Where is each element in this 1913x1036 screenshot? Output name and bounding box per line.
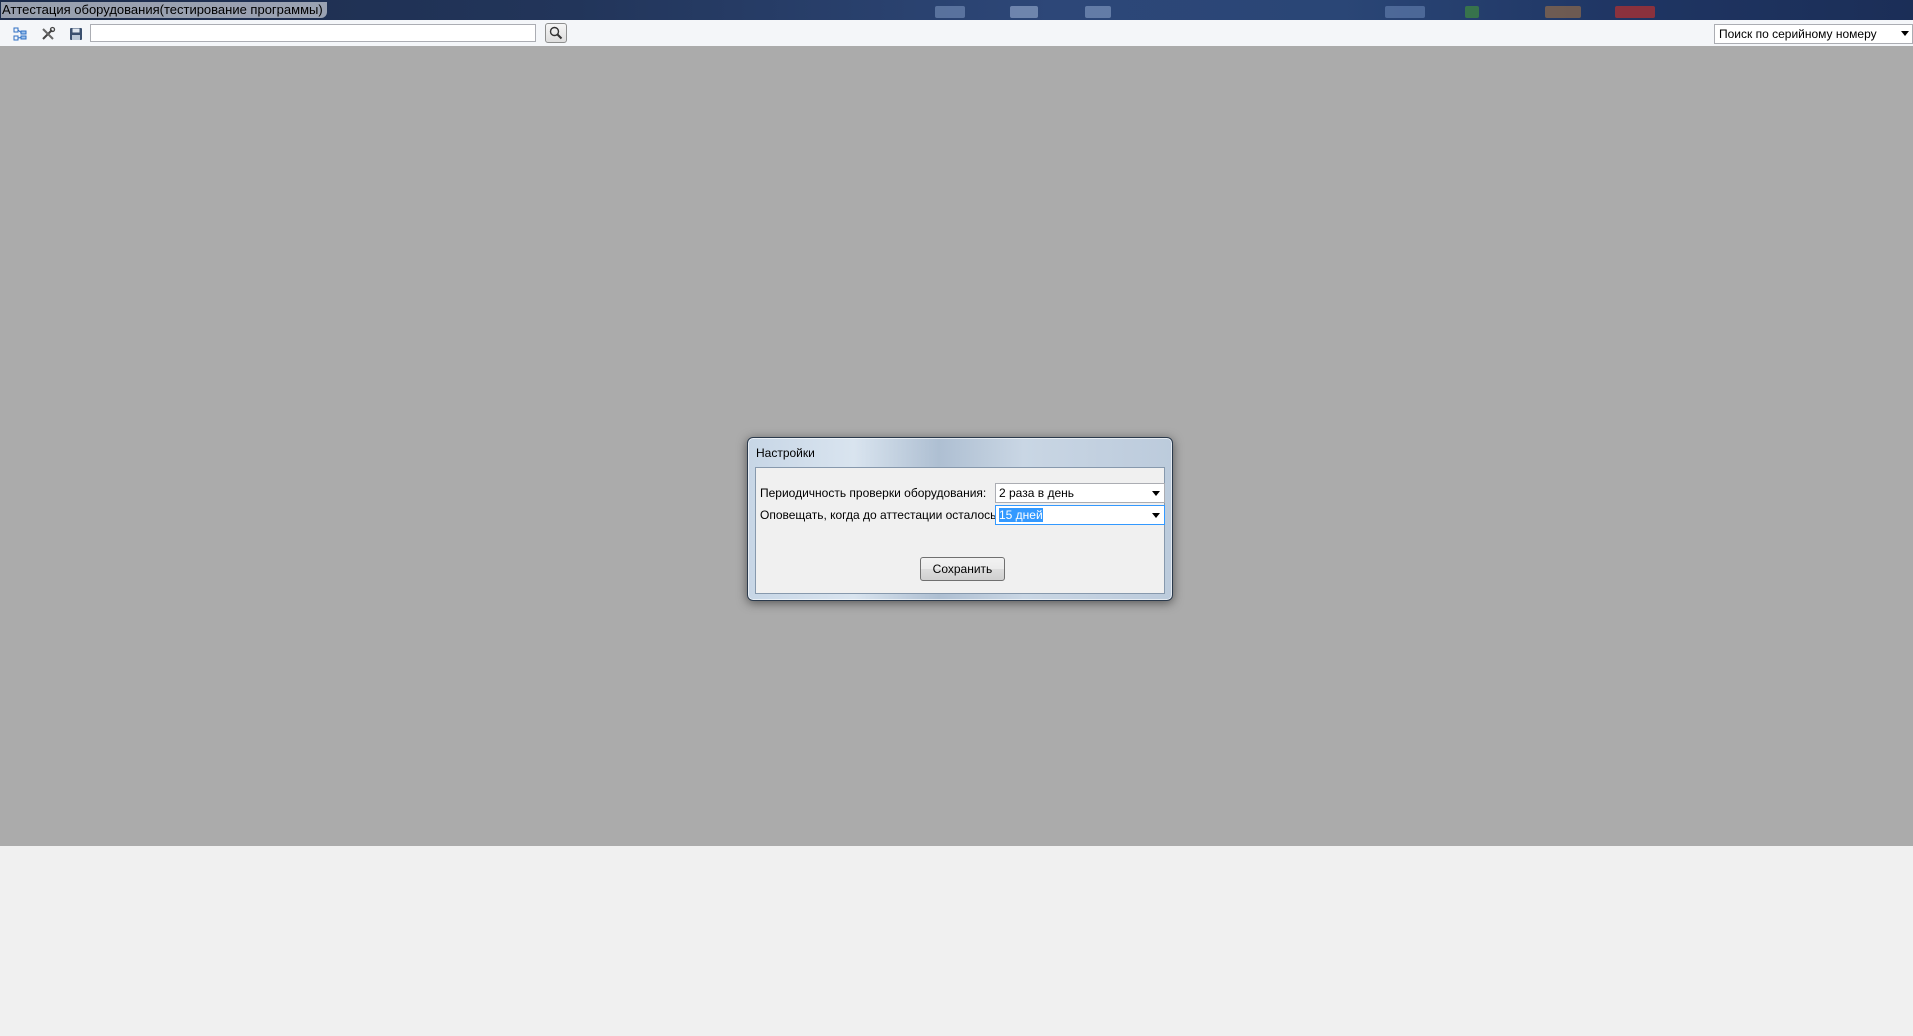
bottom-panel xyxy=(0,846,1913,1036)
save-icon[interactable] xyxy=(65,23,87,45)
notify-value: 15 дней xyxy=(999,508,1043,522)
search-mode-value: Поиск по серийному номеру xyxy=(1719,27,1877,41)
window-titlebar: Аттестация оборудования(тестирование про… xyxy=(0,0,1913,20)
check-period-select[interactable]: 2 раза в день xyxy=(995,483,1165,503)
dialog-client-area: Периодичность проверки оборудования: 2 р… xyxy=(755,467,1165,594)
magnifier-icon xyxy=(549,26,563,40)
check-period-value: 2 раза в день xyxy=(999,486,1074,500)
save-button[interactable]: Сохранить xyxy=(920,557,1005,581)
search-input[interactable] xyxy=(90,24,536,42)
search-button[interactable] xyxy=(545,23,567,43)
tree-view-icon[interactable] xyxy=(9,23,31,45)
dialog-title: Настройки xyxy=(756,446,815,460)
search-mode-select[interactable]: Поиск по серийному номеру xyxy=(1714,24,1913,44)
notify-select[interactable]: 15 дней xyxy=(995,505,1165,525)
tools-icon[interactable] xyxy=(37,23,59,45)
window-title: Аттестация оборудования(тестирование про… xyxy=(1,2,327,18)
chevron-down-icon xyxy=(1152,491,1160,496)
chevron-down-icon xyxy=(1152,513,1160,518)
notify-label: Оповещать, когда до аттестации осталось: xyxy=(760,508,1000,522)
check-period-label: Периодичность проверки оборудования: xyxy=(760,486,987,500)
chevron-down-icon xyxy=(1901,31,1909,36)
settings-dialog: Настройки Периодичность проверки оборудо… xyxy=(747,437,1173,601)
